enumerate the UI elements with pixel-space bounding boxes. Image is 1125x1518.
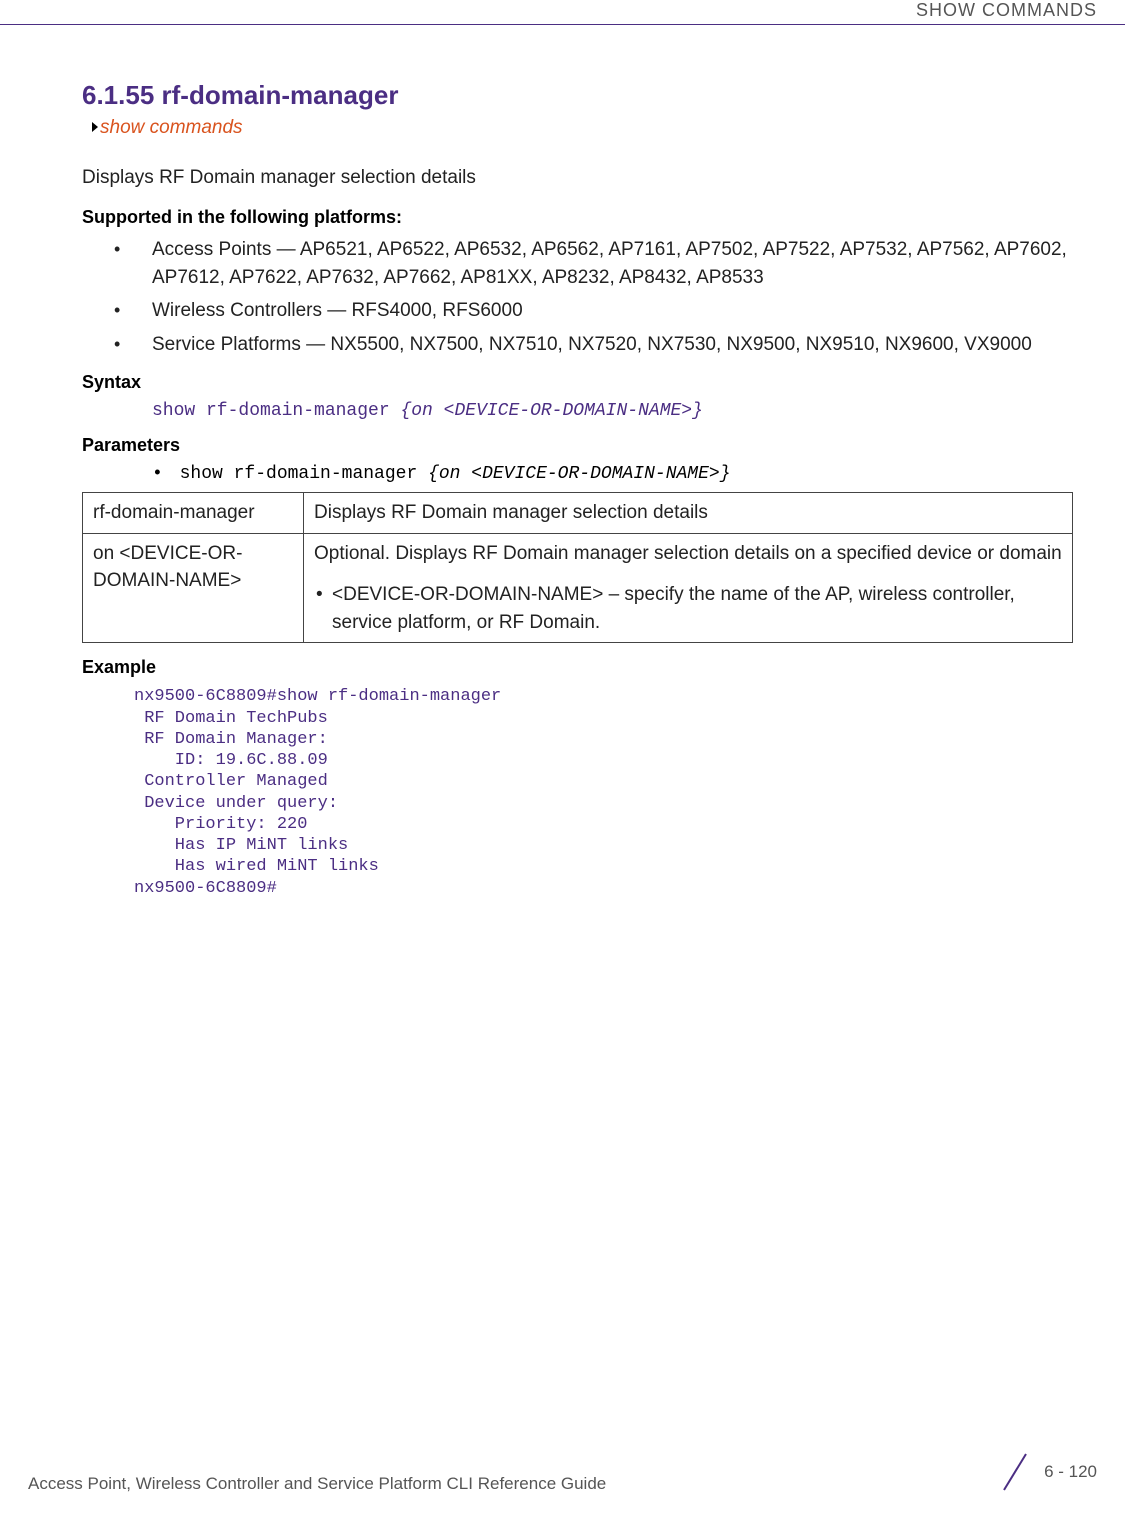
page-content: 6.1.55 rf-domain-manager show commands D… bbox=[82, 80, 1073, 899]
header-rule bbox=[0, 24, 1125, 25]
param-desc-bullet: <DEVICE-OR-DOMAIN-NAME> – specify the na… bbox=[314, 581, 1062, 636]
syntax-italic: {on <DEVICE-OR-DOMAIN-NAME>} bbox=[400, 401, 702, 421]
parameters-usage: • show rf-domain-manager {on <DEVICE-OR-… bbox=[152, 464, 1073, 484]
triangle-right-icon bbox=[92, 122, 98, 132]
list-item: Access Points — AP6521, AP6522, AP6532, … bbox=[82, 236, 1073, 291]
example-block: nx9500-6C8809#show rf-domain-manager RF … bbox=[134, 686, 1073, 899]
parameters-heading: Parameters bbox=[82, 435, 1073, 456]
example-heading: Example bbox=[82, 657, 1073, 678]
param-desc-main: Optional. Displays RF Domain manager sel… bbox=[314, 543, 1062, 564]
usage-plain: show rf-domain-manager bbox=[180, 464, 428, 484]
table-row: on <DEVICE-OR-DOMAIN-NAME> Optional. Dis… bbox=[83, 533, 1073, 643]
footer-page-number: 6 - 120 bbox=[1044, 1462, 1097, 1482]
param-desc: Optional. Displays RF Domain manager sel… bbox=[304, 533, 1073, 643]
syntax-code: show rf-domain-manager {on <DEVICE-OR-DO… bbox=[152, 401, 1073, 421]
list-item: Service Platforms — NX5500, NX7500, NX75… bbox=[82, 331, 1073, 359]
usage-italic: {on <DEVICE-OR-DOMAIN-NAME>} bbox=[428, 464, 730, 484]
param-desc: Displays RF Domain manager selection det… bbox=[304, 493, 1073, 534]
syntax-heading: Syntax bbox=[82, 372, 1073, 393]
footer-guide: Access Point, Wireless Controller and Se… bbox=[28, 1474, 606, 1494]
table-row: rf-domain-manager Displays RF Domain man… bbox=[83, 493, 1073, 534]
breadcrumb[interactable]: show commands bbox=[92, 117, 1073, 139]
breadcrumb-text: show commands bbox=[100, 117, 243, 138]
footer-page-box: 6 - 120 bbox=[998, 1450, 1097, 1494]
section-title: 6.1.55 rf-domain-manager bbox=[82, 80, 1073, 111]
supported-list: Access Points — AP6521, AP6522, AP6532, … bbox=[82, 236, 1073, 358]
param-name: rf-domain-manager bbox=[83, 493, 304, 534]
bullet-icon: • bbox=[152, 464, 174, 484]
parameters-table: rf-domain-manager Displays RF Domain man… bbox=[82, 492, 1073, 643]
supported-heading: Supported in the following platforms: bbox=[82, 207, 1073, 228]
param-name: on <DEVICE-OR-DOMAIN-NAME> bbox=[83, 533, 304, 643]
list-item: Wireless Controllers — RFS4000, RFS6000 bbox=[82, 297, 1073, 325]
page-slash-icon bbox=[998, 1450, 1032, 1494]
intro-text: Displays RF Domain manager selection det… bbox=[82, 167, 1073, 189]
syntax-plain: show rf-domain-manager bbox=[152, 401, 400, 421]
header-chapter: SHOW COMMANDS bbox=[916, 0, 1097, 21]
page-footer: Access Point, Wireless Controller and Se… bbox=[28, 1450, 1097, 1494]
